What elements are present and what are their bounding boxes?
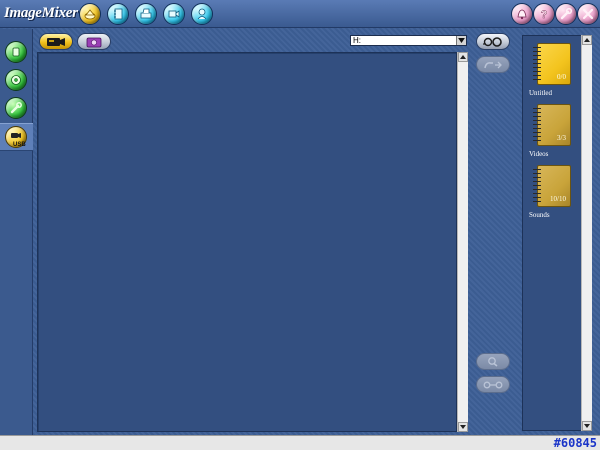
video-edit-button[interactable] bbox=[163, 3, 185, 25]
usb-label: USB bbox=[13, 142, 26, 148]
album-count: 10/10 bbox=[550, 195, 566, 203]
video-mode-tab[interactable] bbox=[39, 33, 73, 50]
album-cover: 3/3 bbox=[537, 104, 571, 146]
import-button[interactable] bbox=[5, 41, 27, 63]
status-bar: #60845 bbox=[0, 435, 600, 450]
print-icon bbox=[140, 8, 152, 19]
album-button[interactable] bbox=[107, 3, 129, 25]
title-bar: ImageMixer ? bbox=[0, 0, 600, 28]
share-icon bbox=[197, 8, 207, 20]
album-label: Sounds bbox=[529, 211, 550, 219]
binder-rings bbox=[533, 47, 541, 81]
magnifier-icon bbox=[488, 356, 498, 367]
hand-arrow-icon bbox=[484, 61, 502, 68]
disc-button[interactable] bbox=[5, 69, 27, 91]
wrench-icon bbox=[560, 7, 573, 20]
usb-item-highlight: USB bbox=[0, 123, 33, 151]
drive-select[interactable]: H: bbox=[350, 35, 467, 46]
binder-rings bbox=[533, 108, 541, 142]
scroll-down-icon[interactable] bbox=[582, 421, 592, 431]
album-icon bbox=[114, 8, 123, 20]
capture-camera-icon bbox=[483, 36, 502, 47]
album-count: 0/0 bbox=[557, 73, 566, 81]
close-button[interactable] bbox=[577, 3, 599, 25]
left-sidebar: USB bbox=[0, 29, 33, 435]
album-label: Videos bbox=[529, 150, 549, 158]
disc-icon bbox=[11, 75, 21, 85]
transfer-button[interactable] bbox=[476, 56, 510, 73]
notify-button[interactable] bbox=[511, 3, 533, 25]
print-button[interactable] bbox=[135, 3, 157, 25]
video-edit-icon bbox=[168, 10, 180, 18]
album-cover: 10/10 bbox=[537, 165, 571, 207]
import-icon bbox=[12, 47, 20, 57]
album-sounds[interactable]: 10/10 bbox=[533, 165, 573, 207]
link-button[interactable] bbox=[476, 376, 510, 393]
thumbnail-scrollbar[interactable] bbox=[457, 52, 468, 432]
usb-button[interactable]: USB bbox=[5, 126, 27, 148]
zoom-button[interactable] bbox=[476, 353, 510, 370]
album-untitled[interactable]: 0/0 bbox=[533, 43, 573, 85]
photo-camera-icon bbox=[86, 37, 102, 47]
scroll-up-icon[interactable] bbox=[458, 52, 468, 62]
drive-select-value: H: bbox=[353, 36, 361, 45]
settings-button[interactable] bbox=[555, 3, 577, 25]
status-code: #60845 bbox=[553, 436, 597, 450]
album-scrollbar[interactable] bbox=[581, 35, 592, 431]
tools-icon bbox=[10, 102, 22, 114]
svg-text:?: ? bbox=[541, 9, 548, 21]
question-icon: ? bbox=[540, 9, 548, 21]
chevron-down-icon[interactable] bbox=[456, 36, 466, 45]
close-icon bbox=[582, 8, 594, 20]
thumbnail-pane[interactable] bbox=[37, 52, 457, 432]
album-label: Untitled bbox=[529, 89, 552, 97]
share-button[interactable] bbox=[191, 3, 213, 25]
home-button[interactable] bbox=[79, 3, 101, 25]
video-camera-icon bbox=[47, 37, 65, 46]
bell-icon bbox=[517, 9, 527, 20]
photo-mode-tab[interactable] bbox=[77, 33, 111, 50]
capture-button[interactable] bbox=[476, 33, 510, 50]
album-videos[interactable]: 3/3 bbox=[533, 104, 573, 146]
tools-button[interactable] bbox=[5, 97, 27, 119]
binder-rings bbox=[533, 169, 541, 203]
app-title: ImageMixer bbox=[4, 5, 78, 21]
link-icon bbox=[483, 381, 503, 388]
scroll-down-icon[interactable] bbox=[458, 422, 468, 432]
album-cover: 0/0 bbox=[537, 43, 571, 85]
home-icon bbox=[84, 9, 96, 20]
help-button[interactable]: ? bbox=[533, 3, 555, 25]
album-count: 3/3 bbox=[557, 134, 566, 142]
scroll-up-icon[interactable] bbox=[582, 35, 592, 45]
